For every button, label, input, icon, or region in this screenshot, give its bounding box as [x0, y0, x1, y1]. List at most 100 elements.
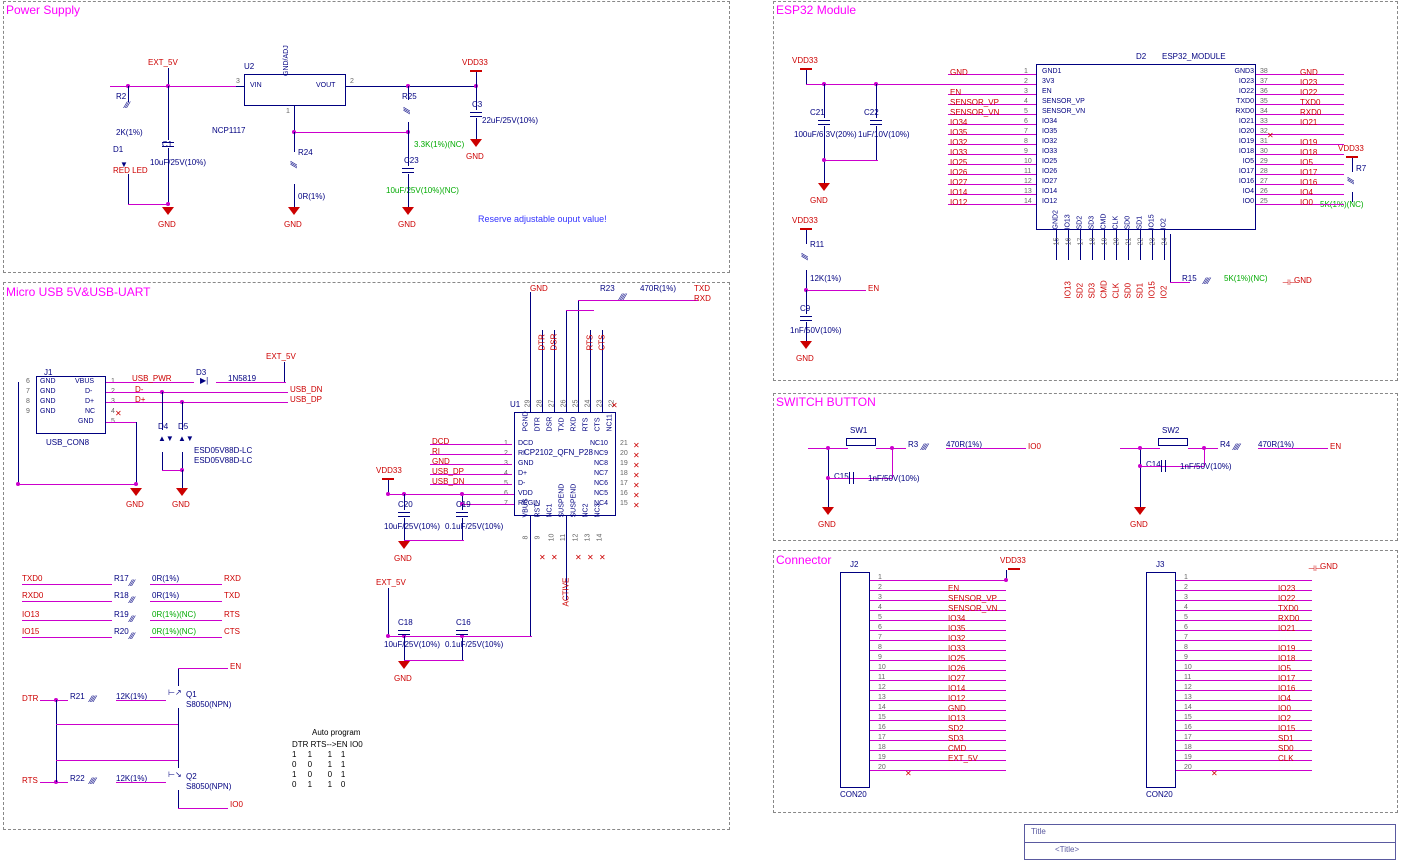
p3: 3 [236, 78, 240, 85]
vdd33-en: VDD33 [792, 216, 818, 225]
j3-IO4: IO4 [1278, 694, 1291, 703]
gnd-ps4: GND [466, 152, 484, 161]
q1: Q1 [186, 690, 197, 699]
usbpwr: USB_PWR [132, 374, 172, 383]
esp-net-IO12: IO12 [950, 198, 967, 207]
j2-SD3: SD3 [948, 734, 964, 743]
u2v: NCP1117 [212, 126, 246, 135]
j2-IO12: IO12 [948, 694, 965, 703]
tvs-d4: ▲▼ [158, 434, 174, 443]
usb-dp: USB_DP [290, 395, 322, 404]
j2-IO14: IO14 [948, 684, 965, 693]
usb-sheet [3, 282, 730, 830]
r7: R7 [1356, 164, 1366, 173]
power-supply-sheet [3, 1, 730, 273]
c23: C23 [404, 156, 419, 165]
j3-IO16: IO16 [1278, 684, 1295, 693]
gnd-sym [162, 207, 174, 215]
vin: VIN [250, 82, 262, 89]
ps-note: Reserve adjustable ouput value! [478, 214, 607, 224]
d2: D2 [1136, 52, 1146, 61]
r22: R22 [70, 774, 85, 783]
titleblock: Title <Title> [1024, 824, 1396, 860]
j2-IO27: IO27 [948, 674, 965, 683]
j3-IO22: IO22 [1278, 594, 1295, 603]
vdd33-j2: VDD33 [1000, 556, 1026, 565]
esp-net-SENSOR_VP: SENSOR_VP [950, 98, 999, 107]
j2-GND: GND [948, 704, 966, 713]
w [294, 106, 295, 132]
esp-net-IO19: IO19 [1300, 138, 1317, 147]
j3-IO17: IO17 [1278, 674, 1295, 683]
r4: R4 [1220, 440, 1230, 449]
j2-SENSOR_VN: SENSOR_VN [948, 604, 997, 613]
c1v: 10uF/25V(10%) [150, 158, 206, 167]
j3-IO5: IO5 [1278, 664, 1291, 673]
D1: D1 [113, 145, 123, 154]
j2-IO25: IO25 [948, 654, 965, 663]
j3-SD0: SD0 [1278, 744, 1294, 753]
j2-CMD: CMD [948, 744, 966, 753]
esp-net-IO18: IO18 [1300, 148, 1317, 157]
j2-IO34: IO34 [948, 614, 965, 623]
j3-IO0: IO0 [1278, 704, 1291, 713]
rxd-extra [640, 300, 694, 301]
titleblock-title: Title [1031, 827, 1046, 836]
vdd33-u1: VDD33 [376, 466, 402, 475]
esp32-title: ESP32 Module [776, 3, 856, 17]
tvs-d5: ▲▼ [178, 434, 194, 443]
j3-box [1146, 572, 1176, 788]
j3-RXD0: RXD0 [1278, 614, 1299, 623]
j2-IO32: IO32 [948, 634, 965, 643]
esp-net-IO33: IO33 [950, 148, 967, 157]
j2-EN: EN [948, 584, 959, 593]
j2-IO35: IO35 [948, 624, 965, 633]
esp-net-IO16: IO16 [1300, 178, 1317, 187]
esp-net-IO35: IO35 [950, 128, 967, 137]
con20-j3: CON20 [1146, 790, 1173, 799]
d2v: ESP32_MODULE [1162, 52, 1226, 61]
sw2-sym [1158, 438, 1188, 446]
r17: R17 [114, 574, 129, 583]
gnd-ps1: GND [158, 220, 176, 229]
c19: C19 [456, 500, 471, 509]
c3v: 22uF/25V(10%) [482, 116, 538, 125]
esp-net-IO32: IO32 [950, 138, 967, 147]
p1: 1 [286, 108, 290, 115]
dp-wire [132, 402, 288, 403]
u2: U2 [244, 62, 254, 71]
q2: Q2 [186, 772, 197, 781]
esp-net-TXD0: TXD0 [1300, 98, 1320, 107]
switch-sheet [773, 393, 1398, 541]
c21: C21 [810, 108, 825, 117]
r20: R20 [114, 627, 129, 636]
j3-IO18: IO18 [1278, 654, 1295, 663]
r24v: 0R(1%) [298, 192, 325, 201]
gnd-ps2: GND [284, 220, 302, 229]
j2-IO26: IO26 [948, 664, 965, 673]
esp-net-IO14: IO14 [950, 188, 967, 197]
active: ACTIVE [562, 578, 571, 607]
esp-net-GND1: GND [950, 68, 968, 77]
connector-title: Connector [776, 553, 831, 567]
c20: C20 [398, 500, 413, 509]
j3-CLK: CLK [1278, 754, 1294, 763]
ext5v-usb: EXT_5V [266, 352, 296, 361]
c15: C15 [834, 472, 849, 481]
esp-net-RXD0: RXD0 [1300, 108, 1321, 117]
r11: R11 [810, 240, 824, 249]
sw2: SW2 [1162, 426, 1179, 435]
c3: C3 [472, 100, 482, 109]
r23: R23 [600, 284, 615, 293]
j2-IO33: IO33 [948, 644, 965, 653]
diode-d3: ▶| [200, 376, 208, 385]
j3-SD1: SD1 [1278, 734, 1294, 743]
cross [56, 724, 178, 725]
led-sym: ▼ [120, 160, 128, 169]
gnd-ps3: GND [398, 220, 416, 229]
j2: J2 [850, 560, 858, 569]
u1: U1 [510, 400, 520, 409]
txd0-r: TXD0 [22, 574, 42, 583]
j3-IO21: IO21 [1278, 624, 1295, 633]
esp-net-IO34: IO34 [950, 118, 967, 127]
